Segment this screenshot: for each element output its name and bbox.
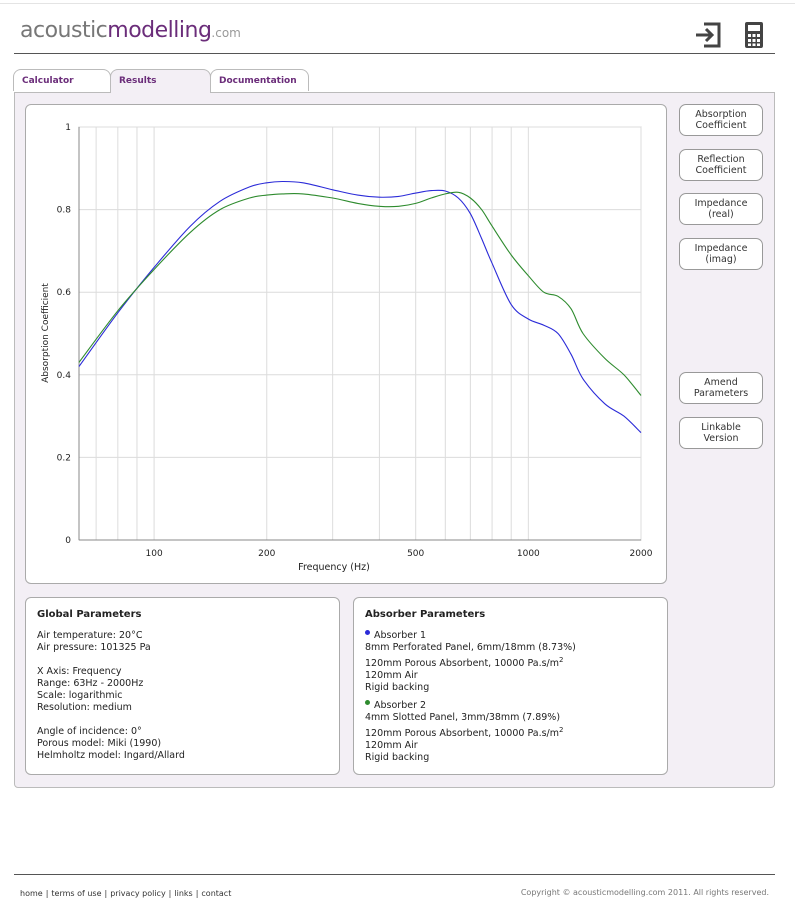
absorber-1-layer-2: 120mm Porous Absorbent, 10000 Pa.s/m2: [365, 654, 656, 670]
reflection-coefficient-button[interactable]: Reflection Coefficient: [679, 149, 763, 181]
footer-separator: |: [168, 889, 172, 898]
button-label-line2: Coefficient: [695, 120, 747, 131]
y-tick-label: 0.2: [57, 453, 71, 463]
tab-calculator[interactable]: Calculator: [13, 69, 111, 91]
button-label-line2: Version: [703, 433, 739, 444]
absorber-parameters-title: Absorber Parameters: [365, 609, 486, 620]
tab-documentation[interactable]: Documentation: [210, 69, 309, 91]
top-border-line: [0, 3, 795, 4]
button-label-line2: Coefficient: [695, 165, 747, 176]
range-setting: Range: 63Hz - 2000Hz: [37, 678, 144, 689]
x-tick-label: 200: [258, 549, 275, 559]
tab-results-label: Results: [119, 76, 157, 86]
footer-link-home[interactable]: home: [20, 889, 43, 898]
impedance-real-button[interactable]: Impedance (real): [679, 193, 763, 225]
x-axis-ticks: 100 200 500 1000 2000: [146, 549, 653, 559]
absorber-1-color-dot: [365, 630, 370, 635]
x-axis-setting: X Axis: Frequency: [37, 666, 122, 677]
absorber-2-name: Absorber 2: [374, 700, 427, 712]
absorber-1-block: Absorber 1 8mm Perforated Panel, 6mm/18m…: [365, 630, 656, 694]
footer-link-contact[interactable]: contact: [201, 889, 231, 898]
button-label-line1: Amend: [704, 377, 738, 388]
absorption-chart: 0 0.2 0.4 0.6 0.8 1 100 200 500 1000 2000 Frequen…: [41, 123, 653, 573]
header-divider: [14, 53, 775, 54]
air-temperature: Air temperature: 20°C: [37, 630, 143, 641]
button-label-line2: Parameters: [693, 388, 749, 399]
linkable-version-button[interactable]: Linkable Version: [679, 417, 763, 449]
x-axis-label: Frequency (Hz): [298, 562, 370, 573]
absorber-1-layer-3: 120mm Air: [365, 670, 418, 682]
absorber-1-layer-4: Rigid backing: [365, 682, 430, 694]
footer-link-privacy[interactable]: privacy policy: [110, 889, 165, 898]
global-parameters-box: Global Parameters Air temperature: 20°C …: [25, 597, 340, 775]
air-pressure: Air pressure: 101325 Pa: [37, 642, 151, 653]
y-axis-ticks: 0 0.2 0.4 0.6 0.8 1: [57, 123, 72, 546]
absorber-2-layer-2-text: 120mm Porous Absorbent, 10000 Pa.s/m: [365, 728, 560, 740]
absorber-2-layer-4: Rigid backing: [365, 752, 430, 764]
absorber-1-layer-1: 8mm Perforated Panel, 6mm/18mm (8.73%): [365, 642, 576, 653]
porous-model: Porous model: Miki (1990): [37, 738, 162, 749]
x-tick-label: 100: [146, 549, 163, 559]
copyright-text: Copyright © acousticmodelling.com 2011. …: [520, 888, 769, 897]
chart-container: 0 0.2 0.4 0.6 0.8 1 100 200 500 1000 2000 Frequen…: [25, 104, 667, 584]
scale-setting: Scale: logarithmic: [37, 690, 123, 701]
global-parameters-title: Global Parameters: [37, 609, 142, 620]
absorber-2-layer-3: 120mm Air: [365, 740, 418, 752]
resolution-setting: Resolution: medium: [37, 702, 132, 713]
button-label-line1: Impedance: [694, 198, 748, 209]
button-label-line1: Reflection: [697, 154, 745, 165]
logo-text-modelling: modelling: [107, 18, 212, 43]
impedance-imag-button[interactable]: Impedance (imag): [679, 238, 763, 270]
x-tick-label: 1000: [517, 549, 540, 559]
amend-parameters-button[interactable]: Amend Parameters: [679, 372, 763, 404]
y-tick-label: 0.8: [57, 206, 72, 216]
absorber-1-layer-2-exponent: 2: [559, 656, 564, 664]
login-arrow-icon[interactable]: [693, 20, 723, 50]
y-tick-label: 0.6: [57, 288, 72, 298]
y-tick-label: 1: [65, 123, 71, 133]
absorber-2-layer-2: 120mm Porous Absorbent, 10000 Pa.s/m2: [365, 724, 656, 740]
plot-area: [78, 126, 642, 541]
absorber-1-layer-2-text: 120mm Porous Absorbent, 10000 Pa.s/m: [365, 658, 560, 670]
site-logo[interactable]: acousticmodelling.com: [20, 16, 241, 48]
footer-links: home | terms of use | privacy policy | links | c…: [20, 889, 231, 898]
absorber-parameters-box: Absorber Parameters Absorber 1 8mm Perfo…: [353, 597, 668, 775]
calculator-icon[interactable]: [739, 20, 769, 50]
button-label-line1: Absorption: [695, 109, 747, 120]
tab-calculator-label: Calculator: [22, 76, 74, 86]
footer-divider: [14, 874, 775, 875]
x-tick-label: 2000: [630, 549, 653, 559]
footer-link-terms[interactable]: terms of use: [51, 889, 101, 898]
absorber-2-layer-2-exponent: 2: [559, 726, 564, 735]
footer-separator: |: [104, 889, 108, 898]
absorption-coefficient-button[interactable]: Absorption Coefficient: [679, 104, 763, 136]
y-axis-label: Absorption Coefficient: [41, 283, 51, 383]
footer-separator: |: [195, 889, 199, 898]
absorber-1-name: Absorber 1: [374, 630, 427, 641]
angle-of-incidence: Angle of incidence: 0°: [37, 726, 142, 737]
absorber-2-block: Absorber 2 4mm Slotted Panel, 3mm/38mm (…: [365, 700, 656, 764]
absorber-2-color-dot: [365, 700, 370, 706]
footer-separator: |: [45, 889, 49, 898]
x-tick-label: 500: [407, 549, 424, 559]
button-label-line2: (imag): [705, 254, 737, 265]
y-tick-label: 0.4: [57, 371, 72, 381]
logo-text-com: .com: [211, 26, 241, 40]
button-label-line1: Linkable: [701, 422, 741, 433]
helmholtz-model: Helmholtz model: Ingard/Allard: [37, 750, 185, 761]
button-label-line2: (real): [708, 209, 734, 220]
button-label-line1: Impedance: [694, 243, 748, 254]
absorber-2-layer-1: 4mm Slotted Panel, 3mm/38mm (7.89%): [365, 712, 561, 724]
y-tick-label: 0: [65, 536, 71, 546]
logo-text-acoustic: acoustic: [20, 18, 108, 43]
tab-results[interactable]: Results: [110, 69, 211, 93]
footer-link-links[interactable]: links: [174, 889, 192, 898]
tab-documentation-label: Documentation: [219, 76, 297, 86]
